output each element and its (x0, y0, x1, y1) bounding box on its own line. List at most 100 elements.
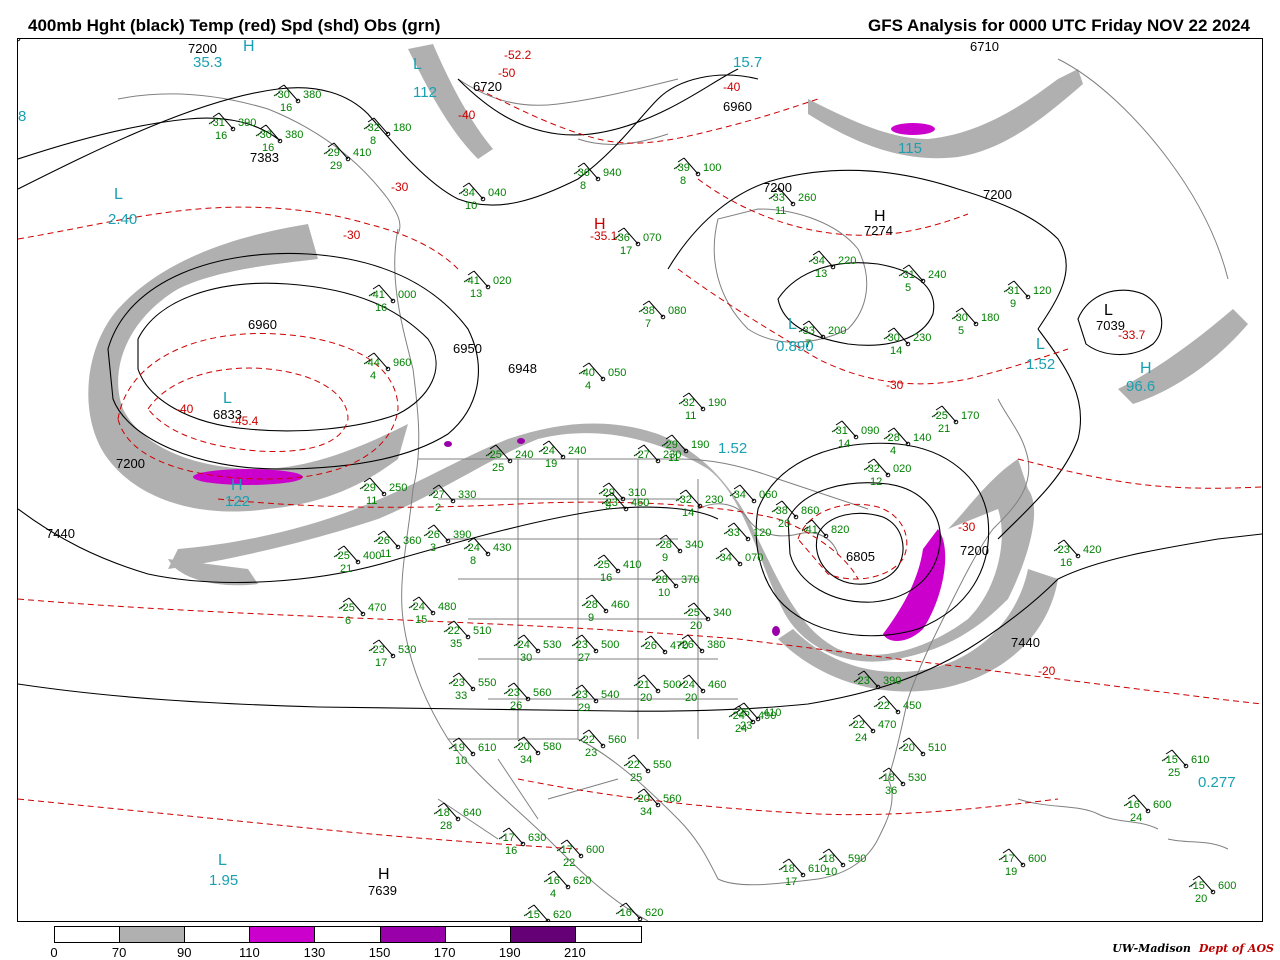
obs-height: 410 (763, 707, 781, 719)
obs-temp: -23 (449, 677, 465, 689)
obs-temp: -20 (899, 742, 915, 754)
obs-temp: -23 (504, 687, 520, 699)
obs-dewpoint: 16 (600, 572, 612, 584)
obs-height: 340 (685, 539, 703, 551)
station-plot: -24 240 19 (538, 440, 586, 470)
obs-height: 070 (643, 232, 661, 244)
station-plot: -32 180 8 (363, 117, 411, 147)
station-plot: -34 070 (715, 547, 763, 567)
obs-height: 530 (398, 644, 416, 656)
station-plot: -25 410 16 (593, 554, 641, 584)
obs-dewpoint: 19 (1005, 866, 1017, 878)
jet-band-gulf (168, 559, 258, 586)
obs-dewpoint: 20 (1195, 893, 1207, 905)
obs-dewpoint: 14 (890, 345, 902, 357)
legend-swatch (250, 927, 316, 942)
obs-temp: -23 (854, 675, 870, 687)
station-plot: -44 960 4 (363, 352, 411, 382)
obs-temp: -41 (802, 524, 818, 536)
obs-temp: -17 (499, 832, 515, 844)
obs-dewpoint: 20 (640, 692, 652, 704)
station-plot: -18 590 10 (818, 848, 866, 878)
legend-tick-label: 90 (176, 945, 192, 960)
obs-temp: -40 (579, 367, 595, 379)
station-plot: -20 510 (898, 737, 946, 757)
obs-height: 460 (708, 679, 726, 691)
obs-dewpoint: 19 (545, 458, 557, 470)
station-plot: -19 610 10 (448, 737, 496, 767)
legend-tick-label: 170 (433, 945, 456, 960)
obs-height: 390 (453, 529, 471, 541)
station-plot: -28 370 10 (651, 569, 699, 599)
obs-temp: -33 (769, 192, 785, 204)
obs-temp: -28 (884, 432, 900, 444)
obs-height: 510 (928, 742, 946, 754)
station-plot: -17 600 19 (998, 848, 1046, 878)
credit-dept: Dept of AOS (1198, 942, 1274, 955)
legend-swatch (445, 927, 511, 942)
obs-temp: -41 (369, 289, 385, 301)
station-plot: -15 600 20 (1188, 875, 1236, 905)
center-letter: H (1140, 360, 1152, 377)
obs-temp: -23 (1054, 544, 1070, 556)
height-contours (18, 68, 1262, 712)
obs-height: 470 (368, 602, 386, 614)
legend-tick-label: 0 (50, 945, 58, 960)
obs-dewpoint: 14 (838, 438, 850, 450)
station-dot (18, 39, 21, 42)
station-plot: -38 080 7 (638, 300, 686, 330)
pressure-value: 1.52 (718, 440, 747, 457)
obs-height: 380 (285, 129, 303, 141)
obs-dewpoint: 8 (370, 135, 376, 147)
obs-height: 530 (908, 772, 926, 784)
height-label: 7274 (864, 223, 893, 238)
obs-height: 140 (913, 432, 931, 444)
station-plot: -30 380 16 (273, 84, 321, 114)
pressure-value: 1.95 (209, 872, 238, 889)
obs-height: 500 (601, 639, 619, 651)
obs-height: 120 (753, 527, 771, 539)
obs-temp: -18 (779, 863, 795, 875)
obs-dewpoint: 26 (510, 700, 522, 712)
station-plot: -24 460 20 (678, 674, 726, 704)
obs-height: 460 (611, 599, 629, 611)
obs-dewpoint: 12 (870, 476, 882, 488)
obs-dewpoint: 29 (330, 160, 342, 172)
obs-dewpoint: 14 (682, 507, 694, 519)
obs-temp: -22 (579, 734, 595, 746)
obs-temp: -15 (524, 909, 540, 921)
station-plot: -22 560 23 (578, 729, 626, 759)
obs-height: 340 (713, 607, 731, 619)
obs-height: 820 (831, 524, 849, 536)
temp-label: -20 (1038, 664, 1056, 678)
obs-dewpoint: 20 (690, 620, 702, 632)
obs-temp: -34 (730, 489, 746, 501)
obs-height: 100 (703, 162, 721, 174)
height-label: 6960 (248, 317, 277, 332)
height-label: 7639 (368, 883, 397, 898)
obs-temp: -18 (879, 772, 895, 784)
obs-height: 580 (543, 741, 561, 753)
obs-temp: -17 (999, 853, 1015, 865)
obs-height: 080 (668, 305, 686, 317)
obs-temp: -16 (1124, 799, 1140, 811)
obs-height: 620 (553, 909, 571, 921)
temp-contour-minus20-pacific (18, 798, 579, 850)
obs-dewpoint: 16 (215, 130, 227, 142)
pressure-value: 112 (413, 84, 437, 101)
obs-temp: -20 (634, 793, 650, 805)
obs-height: 620 (645, 907, 663, 919)
center-letter: L (223, 390, 232, 407)
obs-height: 200 (828, 325, 846, 337)
temp-contour-minus40-east (697, 178, 969, 236)
height-label: 7200 (983, 187, 1012, 202)
station-plot: -17 600 22 (556, 839, 604, 869)
obs-temp: -34 (459, 187, 475, 199)
station-plot: -32 190 11 (678, 392, 726, 422)
obs-height: 020 (493, 275, 511, 287)
obs-height: 240 (515, 449, 533, 461)
obs-temp: -31 (1004, 285, 1020, 297)
pressure-value: 115 (898, 140, 922, 157)
obs-dewpoint: 9 (662, 552, 668, 564)
obs-temp: -30 (884, 332, 900, 344)
